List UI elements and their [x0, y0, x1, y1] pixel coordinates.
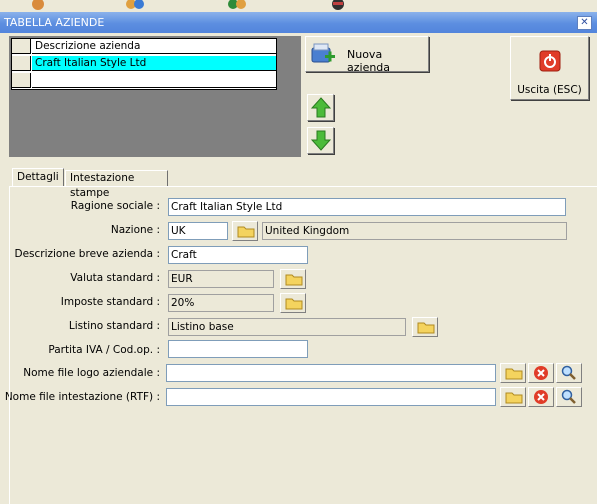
tab-intestazione-stampe[interactable]: Intestazione stampe [65, 170, 168, 199]
users-icon[interactable] [124, 0, 146, 10]
close-icon[interactable]: ✕ [577, 16, 592, 30]
table-row[interactable] [12, 73, 276, 88]
partita-iva-field[interactable] [168, 340, 308, 358]
ragione-sociale-label: Ragione sociale : [70, 200, 160, 212]
valuta-browse-button[interactable] [280, 269, 306, 289]
delete-icon [534, 390, 548, 404]
folder-icon [417, 322, 435, 334]
intestazione-browse-button[interactable] [500, 387, 526, 407]
table-cell[interactable] [32, 73, 276, 88]
valuta-field: EUR [168, 270, 274, 288]
imposte-browse-button[interactable] [280, 293, 306, 313]
exit-label: Uscita (ESC) [517, 84, 582, 96]
ragione-sociale-field[interactable]: Craft Italian Style Ltd [168, 198, 566, 216]
intestazione-clear-button[interactable] [528, 387, 554, 407]
tab-dettagli[interactable]: Dettagli [12, 168, 64, 187]
new-company-label: Nuova azienda [347, 48, 391, 74]
agent-icon[interactable] [327, 0, 349, 10]
listino-browse-button[interactable] [412, 317, 438, 337]
toolbar-strip [0, 0, 597, 12]
new-company-button[interactable]: Nuova azienda [305, 36, 429, 74]
grid-header-row: Descrizione azienda [12, 39, 276, 54]
row-selector[interactable] [12, 56, 31, 71]
table-row[interactable]: Craft Italian Style Ltd [12, 56, 276, 71]
exit-button[interactable]: Uscita (ESC) [510, 36, 589, 100]
nazione-code-field[interactable]: UK [168, 222, 228, 240]
row-selector[interactable] [12, 73, 31, 88]
tab-panel-left-border [9, 186, 10, 504]
intestazione-view-button[interactable] [556, 387, 582, 407]
move-down-button[interactable] [307, 127, 334, 154]
magnifier-icon [561, 365, 576, 380]
folder-icon [505, 392, 523, 404]
move-up-button[interactable] [307, 94, 334, 121]
delete-icon [534, 366, 548, 380]
companies-grid-panel: Descrizione azienda Craft Italian Style … [9, 36, 301, 157]
folder-icon [285, 298, 303, 310]
group-icon[interactable] [226, 0, 248, 10]
imposte-field: 20% [168, 294, 274, 312]
table-cell[interactable]: Craft Italian Style Ltd [32, 56, 276, 71]
magnifier-icon [561, 389, 576, 404]
logo-view-button[interactable] [556, 363, 582, 383]
nazione-name-field: United Kingdom [262, 222, 567, 240]
title-bar: TABELLA AZIENDE ✕ [0, 12, 597, 33]
descrizione-breve-field[interactable]: Craft [168, 246, 308, 264]
folder-icon [505, 368, 523, 380]
power-icon [539, 50, 561, 72]
partita-iva-label: Partita IVA / Cod.op. : [48, 344, 160, 356]
folder-icon [237, 226, 255, 238]
intestazione-file-label: Nome file intestazione (RTF) : [4, 391, 160, 403]
column-header[interactable]: Descrizione azienda [32, 39, 276, 54]
arrow-down-icon [311, 130, 331, 151]
intestazione-file-field[interactable] [166, 388, 496, 406]
logo-browse-button[interactable] [500, 363, 526, 383]
logo-file-label: Nome file logo aziendale : [23, 367, 160, 379]
nazione-label: Nazione : [110, 224, 160, 236]
imposte-label: Imposte standard : [60, 296, 160, 308]
listino-label: Listino standard : [68, 320, 160, 332]
descrizione-breve-label: Descrizione breve azienda : [14, 248, 160, 260]
listino-field: Listino base [168, 318, 406, 336]
valuta-label: Valuta standard : [70, 272, 160, 284]
user-icon[interactable] [27, 0, 49, 10]
logo-file-field[interactable] [166, 364, 496, 382]
window-title: TABELLA AZIENDE [4, 16, 105, 29]
companies-grid[interactable]: Descrizione azienda Craft Italian Style … [11, 38, 277, 90]
row-selector [12, 39, 31, 54]
arrow-up-icon [311, 97, 331, 118]
nazione-browse-button[interactable] [232, 221, 258, 241]
logo-clear-button[interactable] [528, 363, 554, 383]
folder-icon [285, 274, 303, 286]
tab-panel-border [9, 186, 597, 187]
new-company-icon [311, 43, 335, 63]
